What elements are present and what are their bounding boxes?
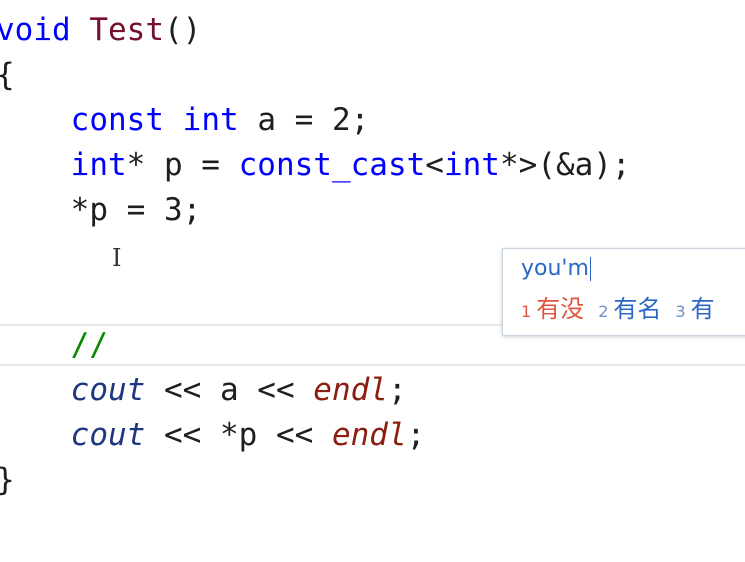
parens: (): [163, 12, 202, 48]
comment: //: [70, 327, 108, 363]
code-text: a = 2;: [238, 102, 370, 138]
cout-identifier: cout: [70, 372, 146, 408]
endl-identifier: endl: [331, 417, 407, 453]
code-line-2[interactable]: {: [0, 53, 15, 98]
candidate-text: 有名: [613, 295, 662, 323]
code-text: * p =: [126, 147, 239, 183]
semicolon: ;: [406, 417, 426, 453]
keyword-int: int: [443, 147, 500, 183]
ime-candidate-window: you'm 1 有没 2 有名 3有: [502, 248, 745, 336]
keyword-void: void: [0, 12, 71, 48]
text-ibeam-cursor-icon: I: [112, 244, 122, 272]
code-line-7[interactable]: //: [0, 323, 108, 368]
close-brace: }: [0, 462, 15, 498]
ime-composition[interactable]: you'm: [521, 253, 591, 285]
keyword-const: const: [70, 102, 164, 138]
code-line-10[interactable]: }: [0, 458, 15, 503]
keyword-int: int: [70, 147, 127, 183]
keyword-int: int: [182, 102, 239, 138]
function-name: Test: [89, 12, 164, 48]
open-brace: {: [0, 57, 15, 93]
angle-bracket: <: [425, 147, 444, 183]
semicolon: ;: [387, 372, 407, 408]
code-text: *p = 3;: [70, 192, 202, 228]
code-editor[interactable]: void Test() { const int a = 2; int* p = …: [0, 0, 745, 562]
code-text: << a <<: [145, 372, 314, 408]
candidate-number: 1: [521, 302, 532, 321]
ime-candidate-2[interactable]: 2 有名: [598, 293, 661, 325]
code-line-5[interactable]: *p = 3;: [0, 188, 202, 233]
ime-input-text: you'm: [521, 256, 589, 281]
code-line-4[interactable]: int* p = const_cast<int*>(&a);: [0, 143, 631, 188]
ime-candidate-1[interactable]: 1 有没: [521, 293, 584, 325]
candidate-text: 有没: [536, 295, 585, 323]
code-line-8[interactable]: cout << a << endl;: [0, 368, 407, 413]
cout-identifier: cout: [70, 417, 146, 453]
code-line-1[interactable]: void Test(): [0, 8, 201, 53]
candidate-text: 有: [690, 295, 715, 323]
candidate-number: 3: [675, 302, 686, 321]
ime-caret: [589, 257, 591, 281]
keyword-const-cast: const_cast: [238, 147, 426, 183]
candidate-number: 2: [598, 302, 609, 321]
ime-candidate-3[interactable]: 3有: [675, 293, 714, 325]
ime-candidate-list: 1 有没 2 有名 3有: [521, 293, 715, 325]
endl-identifier: endl: [313, 372, 388, 408]
code-line-9[interactable]: cout << *p << endl;: [0, 413, 426, 458]
code-text: *>(&a);: [499, 147, 631, 183]
code-line-3[interactable]: const int a = 2;: [0, 98, 370, 143]
code-text: << *p <<: [145, 417, 332, 453]
